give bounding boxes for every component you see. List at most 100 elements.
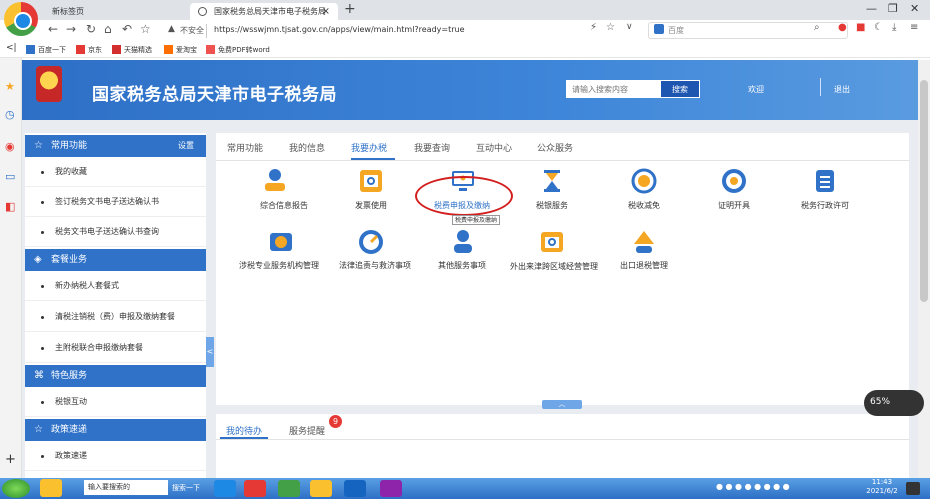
service-label[interactable]: 外出来津跨区域经营管理 [506, 260, 602, 274]
menu-icon[interactable]: ≡ [910, 22, 918, 33]
ie-icon[interactable] [214, 480, 236, 497]
sidebar-section-common[interactable]: ☆ 常用功能 设置 [25, 135, 206, 157]
service-label[interactable]: 其他服务事项 [412, 260, 512, 271]
tab-my-todo[interactable]: 我的待办 [226, 424, 262, 437]
download-icon[interactable]: ⤓ [892, 22, 896, 33]
collapse-sidebar-button[interactable]: < [206, 337, 214, 367]
bookmark-star-icon[interactable]: ☆ [606, 22, 615, 33]
service-tile[interactable] [538, 228, 566, 259]
start-button[interactable] [2, 479, 30, 498]
tab-tax-handling[interactable]: 我要办税 [351, 141, 387, 154]
chat-icon[interactable] [380, 480, 402, 497]
speed-percent: 65% [870, 397, 891, 407]
sidebar-section-policy[interactable]: ☆ 政策速递 [25, 419, 206, 441]
close-tab-icon[interactable]: × [322, 3, 330, 20]
undo-icon[interactable]: ↶ [122, 22, 132, 36]
search-input[interactable] [566, 80, 660, 98]
service-tile[interactable] [811, 167, 839, 198]
service-tile[interactable] [267, 228, 295, 259]
star-icon[interactable]: ☆ [140, 22, 151, 36]
tab-my-info[interactable]: 我的信息 [289, 141, 325, 154]
app-icon[interactable] [40, 479, 62, 497]
bookmark-jd[interactable]: 京东 [88, 45, 102, 55]
bookmark-pdf[interactable]: 免费PDF转word [218, 45, 270, 55]
tab-public-service[interactable]: 公众服务 [537, 141, 573, 154]
app-icon[interactable]: ◧ [5, 200, 15, 213]
collapse-panel-button[interactable]: ︿ [542, 400, 582, 409]
favorites-star-icon[interactable]: ★ [5, 80, 15, 93]
bookmark-baidu[interactable]: 百度一下 [38, 45, 66, 55]
sidebar-item-bank-tax[interactable]: 税银互动 [25, 387, 206, 417]
service-label[interactable]: 证明开具 [684, 200, 784, 211]
weibo-icon[interactable]: ◉ [5, 140, 15, 153]
tab-query[interactable]: 我要查询 [414, 141, 450, 154]
reload-icon[interactable]: ↻ [86, 22, 96, 36]
service-tile[interactable] [261, 167, 289, 198]
bookmark-tmall[interactable]: 天猫精选 [124, 45, 152, 55]
sidebar-item-sign-confirmation[interactable]: 签订税务文书电子送达确认书 [25, 187, 206, 217]
service-tile[interactable] [630, 167, 658, 198]
bookmark-taobao[interactable]: 爱淘宝 [176, 45, 197, 55]
tab-common[interactable]: 常用功能 [227, 141, 263, 154]
logout-link[interactable]: 退出 [834, 84, 850, 95]
search-button[interactable]: 搜索 [660, 80, 700, 98]
person-icon [454, 230, 472, 253]
tab-new-page[interactable]: 新标签页 [42, 3, 186, 20]
word-icon[interactable] [344, 480, 366, 497]
forward-icon[interactable]: → [66, 22, 76, 36]
chevron-down-icon[interactable]: ∨ [626, 22, 633, 32]
minimize-icon[interactable]: — [866, 2, 877, 15]
scrollbar-thumb[interactable] [920, 80, 928, 302]
sidebar-item-joint-declaration[interactable]: 主附税联合申报缴纳套餐 [25, 333, 206, 363]
browser-logo-icon[interactable] [4, 2, 38, 36]
sidebar-item-policy[interactable]: 政策速递 [25, 441, 206, 471]
service-tile[interactable] [630, 228, 658, 259]
settings-link[interactable]: 设置 [178, 135, 194, 157]
taskbar-search-button[interactable]: 搜索一下 [172, 483, 200, 493]
extension-icon[interactable]: ■ [856, 22, 865, 33]
service-tile[interactable] [720, 167, 748, 198]
lightning-icon[interactable]: ⚡ [590, 22, 597, 33]
sidebar-section-packages[interactable]: ◈ 套餐业务 [25, 249, 206, 271]
media-icon[interactable] [244, 480, 266, 497]
service-tile[interactable] [357, 167, 385, 198]
close-window-icon[interactable]: ✕ [910, 2, 919, 15]
restore-icon[interactable]: ❐ [888, 2, 898, 15]
tooltip: 税费申报及缴纳 [452, 215, 501, 225]
service-tile[interactable] [449, 228, 477, 259]
browser-taskbar-icon[interactable] [310, 480, 332, 497]
service-label[interactable]: 税银服务 [502, 200, 602, 211]
history-icon[interactable]: ◷ [5, 108, 15, 121]
service-label[interactable]: 发票使用 [321, 200, 421, 211]
game-icon[interactable]: ● [838, 22, 847, 33]
sidebar-item-query-confirmation[interactable]: 税务文书电子送达确认书查询 [25, 217, 206, 247]
new-tab-button[interactable]: + [344, 1, 356, 17]
add-icon[interactable]: + [5, 452, 16, 467]
home-icon[interactable]: ⌂ [104, 22, 112, 36]
search-icon[interactable]: ⌕ [814, 22, 820, 33]
night-mode-icon[interactable]: ☾ [874, 22, 883, 33]
service-tile[interactable] [538, 167, 566, 198]
tab-interaction[interactable]: 互动中心 [476, 141, 512, 154]
clock[interactable]: 11:43 2021/6/2 [866, 478, 898, 496]
tray-icons[interactable]: ● ● ● ● ● ● ● ● [716, 482, 790, 491]
service-label[interactable]: 综合信息报告 [234, 200, 334, 211]
welcome-text: 欢迎 [748, 85, 764, 94]
back-icon[interactable]: ← [48, 22, 58, 36]
sidebar-item-favorites[interactable]: 我的收藏 [25, 157, 206, 187]
sidebar-section-featured[interactable]: ⌘ 特色服务 [25, 365, 206, 387]
service-label[interactable]: 涉税专业服务机构管理 [224, 260, 334, 271]
service-label[interactable]: 税收减免 [594, 200, 694, 211]
ie-blue-icon[interactable] [278, 480, 300, 497]
tab-tax-bureau[interactable]: 国家税务总局天津市电子税务局 × [190, 3, 338, 20]
service-tile[interactable] [357, 228, 385, 259]
tab-service-reminder[interactable]: 服务提醒 [289, 424, 325, 437]
window-icon[interactable]: ▭ [5, 170, 15, 183]
sidebar-item-deregistration[interactable]: 清税注销税（费）申报及缴纳套餐 [25, 302, 206, 332]
taskbar-search-input[interactable]: 输入要搜索的 [84, 480, 168, 495]
sidebar-toggle-icon[interactable]: <| [6, 43, 17, 53]
notification-icon[interactable] [906, 482, 920, 495]
sidebar-item-new-taxpayer[interactable]: 新办纳税人套餐式 [25, 271, 206, 301]
service-label[interactable]: 出口退税管理 [594, 260, 694, 271]
service-label[interactable]: 税务行政许可 [775, 200, 875, 211]
